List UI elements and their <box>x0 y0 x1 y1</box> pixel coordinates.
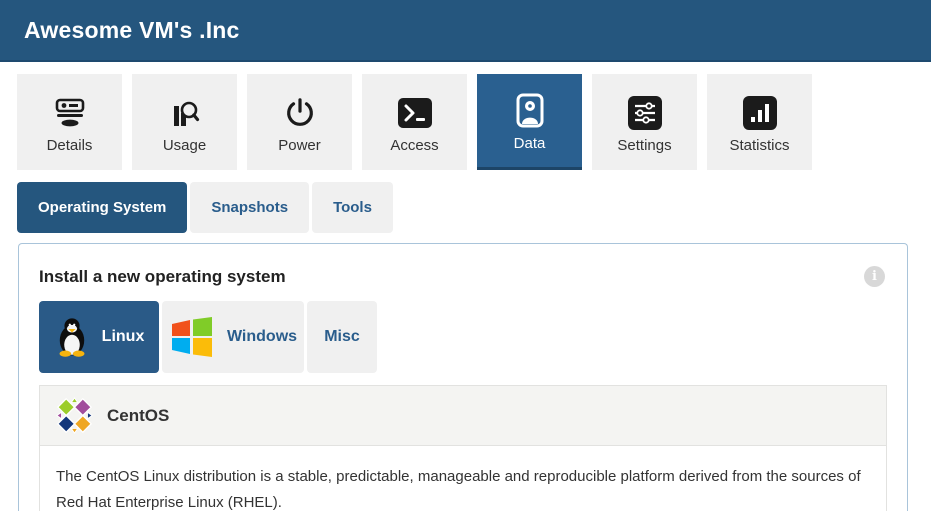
app-header: Awesome VM's .Inc <box>0 0 931 62</box>
sliders-icon <box>628 91 662 135</box>
tab-power-label: Power <box>278 137 321 154</box>
os-tab-windows-label: Windows <box>227 328 297 346</box>
os-card-centos-description: The CentOS Linux distribution is a stabl… <box>40 446 886 511</box>
tab-data[interactable]: Data <box>477 74 582 170</box>
tab-settings-label: Settings <box>617 137 671 154</box>
os-tab-linux-label: Linux <box>102 328 145 346</box>
os-family-tab-bar: Linux Windows Misc <box>39 301 907 373</box>
os-card-centos: CentOS The CentOS Linux distribution is … <box>39 385 887 511</box>
tab-details[interactable]: Details <box>17 74 122 170</box>
chart-magnifier-icon <box>169 91 201 135</box>
subtab-snapshots-label: Snapshots <box>211 199 288 216</box>
tab-statistics[interactable]: Statistics <box>707 74 812 170</box>
os-tab-linux[interactable]: Linux <box>39 301 159 373</box>
tab-usage-label: Usage <box>163 137 206 154</box>
bar-chart-icon <box>743 91 777 135</box>
power-icon <box>284 91 316 135</box>
os-tab-misc[interactable]: Misc <box>307 301 377 373</box>
app-title: Awesome VM's .Inc <box>24 17 240 44</box>
tab-power[interactable]: Power <box>247 74 352 170</box>
tab-access-label: Access <box>390 137 438 154</box>
os-card-centos-name: CentOS <box>107 406 169 426</box>
tab-usage[interactable]: Usage <box>132 74 237 170</box>
install-os-panel: Install a new operating system i Linux <box>18 243 908 511</box>
os-card-centos-header[interactable]: CentOS <box>40 386 886 446</box>
subtab-snapshots[interactable]: Snapshots <box>190 182 309 233</box>
tab-settings[interactable]: Settings <box>592 74 697 170</box>
info-icon[interactable]: i <box>864 266 885 287</box>
terminal-icon <box>398 91 432 135</box>
windows-icon <box>169 317 215 357</box>
panel-header: Install a new operating system i <box>19 244 907 301</box>
os-tab-windows[interactable]: Windows <box>162 301 304 373</box>
server-details-icon <box>54 91 86 135</box>
subtab-tools[interactable]: Tools <box>312 182 393 233</box>
subtab-tools-label: Tools <box>333 199 372 216</box>
subtab-operating-system-label: Operating System <box>38 199 166 216</box>
subtab-operating-system[interactable]: Operating System <box>17 182 187 233</box>
os-tab-misc-label: Misc <box>324 328 360 346</box>
centos-icon <box>56 397 93 434</box>
tab-access[interactable]: Access <box>362 74 467 170</box>
tab-data-label: Data <box>514 135 546 152</box>
data-badge-icon <box>513 89 547 133</box>
tab-statistics-label: Statistics <box>729 137 789 154</box>
main-tab-bar: Details Usage Power <box>17 74 931 170</box>
tab-details-label: Details <box>47 137 93 154</box>
tux-icon <box>54 317 90 357</box>
sub-tab-bar: Operating System Snapshots Tools <box>17 182 931 233</box>
panel-title: Install a new operating system <box>39 267 286 287</box>
